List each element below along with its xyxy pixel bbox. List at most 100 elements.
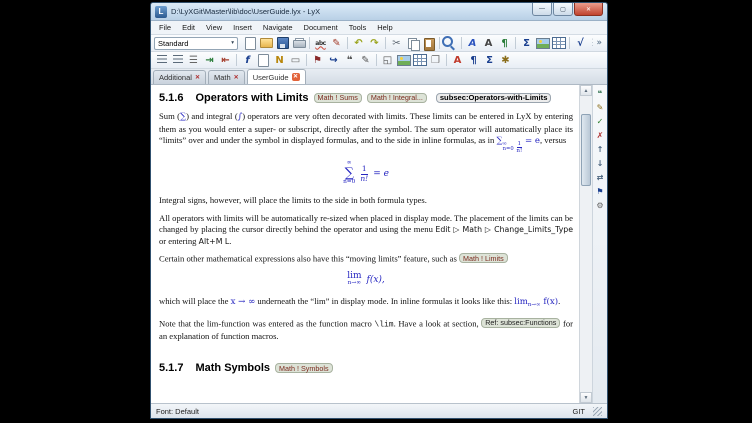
- next-change-icon[interactable]: ↓: [594, 157, 606, 169]
- cut-icon[interactable]: ✂: [389, 36, 404, 51]
- menu-bar: File Edit View Insert Navigate Document …: [151, 21, 607, 35]
- merge-changes-icon[interactable]: ⇄: [594, 171, 606, 183]
- comment-icon[interactable]: ❝: [594, 87, 606, 99]
- outline-icon[interactable]: ☰: [589, 36, 593, 51]
- insert-math-icon[interactable]: Σ: [519, 36, 534, 51]
- numbered-list-icon[interactable]: [154, 53, 169, 68]
- tab-close-icon[interactable]: ✕: [292, 73, 300, 81]
- tab-close-icon[interactable]: ✕: [234, 75, 239, 81]
- scroll-down-arrow-icon[interactable]: ▼: [580, 392, 592, 403]
- previous-change-icon[interactable]: ↑: [594, 143, 606, 155]
- margin-note-icon[interactable]: [256, 53, 271, 68]
- menu-document[interactable]: Document: [299, 22, 343, 33]
- menu-edit[interactable]: Edit: [177, 22, 200, 33]
- inline-math-sum[interactable]: ∑∞n=0 1n! = e: [496, 136, 539, 146]
- inline-math-lim[interactable]: limn→∞ f(x): [514, 297, 558, 307]
- paragraph-style-selector[interactable]: Standard ▾: [154, 37, 238, 50]
- toggle-math-toolbar-icon[interactable]: √: [573, 36, 588, 51]
- insert-float-icon[interactable]: ◱: [380, 53, 395, 68]
- find-replace-icon[interactable]: [443, 36, 458, 51]
- index-inset[interactable]: Math ! Sums: [314, 93, 362, 103]
- redo-icon[interactable]: ↷: [367, 36, 382, 51]
- bullet-list-icon[interactable]: [170, 53, 185, 68]
- label-inset[interactable]: subsec:Operators-with-Limits: [436, 93, 552, 103]
- vertical-scrollbar[interactable]: ▲ ▼: [579, 85, 592, 403]
- increase-depth-icon[interactable]: ⇥: [202, 53, 217, 68]
- lyx-window: L D:\LyXGit\Master\lib\doc\UserGuide.lyx…: [150, 2, 608, 419]
- display-formula-lim[interactable]: limn→∞ f(x),: [159, 272, 573, 287]
- insert-label-icon[interactable]: ⚑: [310, 53, 325, 68]
- paragraph-1[interactable]: Sum (∑) and integral (∫) operators are v…: [159, 111, 573, 154]
- toolbar-overflow-icon[interactable]: »: [594, 38, 604, 48]
- maximize-button-icon[interactable]: ▢: [553, 3, 573, 16]
- copy-icon[interactable]: [405, 36, 420, 51]
- noun-icon[interactable]: A: [481, 36, 496, 51]
- tab-close-icon[interactable]: ✕: [195, 75, 200, 81]
- insert-table-icon[interactable]: [551, 36, 566, 51]
- scroll-up-arrow-icon[interactable]: ▲: [580, 85, 592, 96]
- include-file-icon[interactable]: ❐: [428, 53, 443, 68]
- thesaurus-icon[interactable]: ✱: [498, 53, 513, 68]
- undo-icon[interactable]: ↶: [351, 36, 366, 51]
- insert-note-icon[interactable]: N: [272, 53, 287, 68]
- paragraph-settings-icon[interactable]: ¶: [466, 53, 481, 68]
- minimize-button-icon[interactable]: —: [532, 3, 552, 16]
- menu-view[interactable]: View: [201, 22, 227, 33]
- menu-file[interactable]: File: [154, 22, 176, 33]
- apply-style-icon[interactable]: ¶: [497, 36, 512, 51]
- cross-reference-inset[interactable]: Ref: subsec:Functions: [481, 318, 560, 328]
- insert-citation-icon[interactable]: ❝: [342, 53, 357, 68]
- section-heading-517[interactable]: 5.1.7 Math Symbols Math ! Symbols: [159, 362, 573, 374]
- cross-reference-icon[interactable]: ↪: [326, 53, 341, 68]
- insert-table-icon[interactable]: [412, 53, 427, 68]
- paragraph-6[interactable]: Note that the lim-function was entered a…: [159, 318, 573, 343]
- settings-icon[interactable]: ⚙: [594, 199, 606, 211]
- menu-insert[interactable]: Insert: [228, 22, 257, 33]
- menu-navigate[interactable]: Navigate: [258, 22, 298, 33]
- section-heading-516[interactable]: 5.1.6 Operators with Limits Math ! Sums …: [159, 92, 573, 104]
- paragraph-3[interactable]: All operators with limits will be automa…: [159, 213, 573, 248]
- tab-math[interactable]: Math ✕: [208, 70, 245, 84]
- display-formula-sum[interactable]: ∞∑n=0 1n! = e: [159, 161, 573, 186]
- open-document-icon[interactable]: [259, 36, 274, 51]
- footnote-icon[interactable]: f: [240, 53, 255, 68]
- status-vcs: GIT: [573, 407, 586, 416]
- index-inset[interactable]: Math ! Integral...: [367, 93, 427, 103]
- insert-box-icon[interactable]: ▭: [288, 53, 303, 68]
- scrollbar-track[interactable]: [580, 96, 592, 392]
- paragraph-5[interactable]: which will place the x → ∞ underneath th…: [159, 296, 573, 312]
- bookmark-icon[interactable]: ⚑: [594, 185, 606, 197]
- description-list-icon[interactable]: ☰: [186, 53, 201, 68]
- accept-change-icon[interactable]: ✓: [594, 115, 606, 127]
- reject-change-icon[interactable]: ✗: [594, 129, 606, 141]
- inline-math[interactable]: x → ∞: [231, 297, 256, 307]
- keyboard-shortcut: Alt+M L: [199, 237, 230, 246]
- math-panel-icon[interactable]: Σ: [482, 53, 497, 68]
- emphasis-icon[interactable]: A: [465, 36, 480, 51]
- paste-icon[interactable]: [421, 36, 436, 51]
- scrollbar-thumb[interactable]: [581, 114, 591, 186]
- spellcheck-icon[interactable]: abc: [313, 36, 328, 51]
- note-icon[interactable]: ✎: [594, 101, 606, 113]
- resize-grip[interactable]: [593, 407, 602, 416]
- tab-additional[interactable]: Additional ✕: [153, 70, 206, 84]
- track-changes-icon[interactable]: ✎: [329, 36, 344, 51]
- index-entry-icon[interactable]: ✎: [358, 53, 373, 68]
- text-style-icon[interactable]: A: [450, 53, 465, 68]
- print-icon[interactable]: [291, 36, 306, 51]
- menu-tools[interactable]: Tools: [344, 22, 372, 33]
- close-button-icon[interactable]: ✕: [574, 3, 603, 16]
- paragraph-2[interactable]: Integral signs, however, will place the …: [159, 195, 573, 207]
- paragraph-4[interactable]: Certain other mathematical expressions a…: [159, 253, 573, 265]
- insert-graphics-icon[interactable]: [396, 53, 411, 68]
- tab-userguide[interactable]: UserGuide ✕: [247, 69, 306, 84]
- new-document-icon[interactable]: [243, 36, 258, 51]
- insert-graphics-icon[interactable]: [535, 36, 550, 51]
- save-document-icon[interactable]: [275, 36, 290, 51]
- menu-help[interactable]: Help: [372, 22, 397, 33]
- index-inset[interactable]: Math ! Symbols: [275, 363, 333, 373]
- title-bar[interactable]: L D:\LyXGit\Master\lib\doc\UserGuide.lyx…: [151, 3, 607, 21]
- index-inset[interactable]: Math ! Limits: [459, 253, 508, 263]
- document-canvas[interactable]: 5.1.6 Operators with Limits Math ! Sums …: [151, 85, 579, 403]
- decrease-depth-icon[interactable]: ⇤: [218, 53, 233, 68]
